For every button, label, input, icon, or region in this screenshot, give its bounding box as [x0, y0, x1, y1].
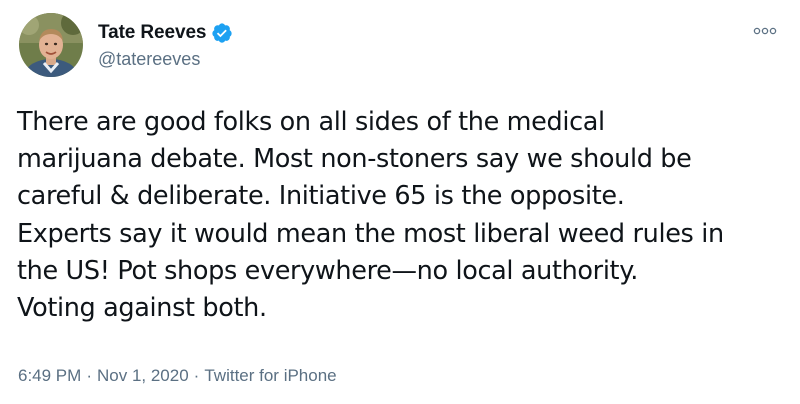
tweet-text-line: marijuana debate. Most non-stoners say w…	[17, 144, 692, 175]
tweet-source[interactable]: Twitter for iPhone	[204, 366, 336, 385]
avatar[interactable]	[19, 13, 83, 77]
tweet-date[interactable]: Nov 1, 2020	[97, 366, 189, 385]
tweet-text-line: Voting against both.	[17, 293, 267, 324]
tweet-text: There are good folks on all sides of the…	[17, 104, 787, 327]
name-row: Tate Reeves	[98, 20, 233, 46]
tweet-card: Tate Reeves @tatereeves There are good f…	[0, 0, 800, 404]
display-name[interactable]: Tate Reeves	[98, 22, 207, 44]
tweet-text-line: careful & deliberate. Initiative 65 is t…	[17, 181, 625, 212]
user-handle[interactable]: @tatereeves	[98, 49, 233, 70]
tweet-time[interactable]: 6:49 PM	[18, 366, 81, 385]
tweet-meta: 6:49 PM · Nov 1, 2020 · Twitter for iPhone	[18, 366, 337, 386]
meta-separator: ·	[193, 366, 200, 385]
tweet-text-line: the US! Pot shops everywhere—no local au…	[17, 255, 639, 286]
profile-photo	[19, 13, 83, 77]
author-info: Tate Reeves @tatereeves	[98, 20, 233, 70]
tweet-text-line: Experts say it would mean the most liber…	[17, 218, 724, 249]
more-dots-icon[interactable]	[750, 22, 780, 40]
meta-separator: ·	[86, 366, 92, 385]
tweet-text-line: There are good folks on all sides of the…	[17, 107, 605, 137]
verified-badge-icon	[211, 22, 233, 44]
